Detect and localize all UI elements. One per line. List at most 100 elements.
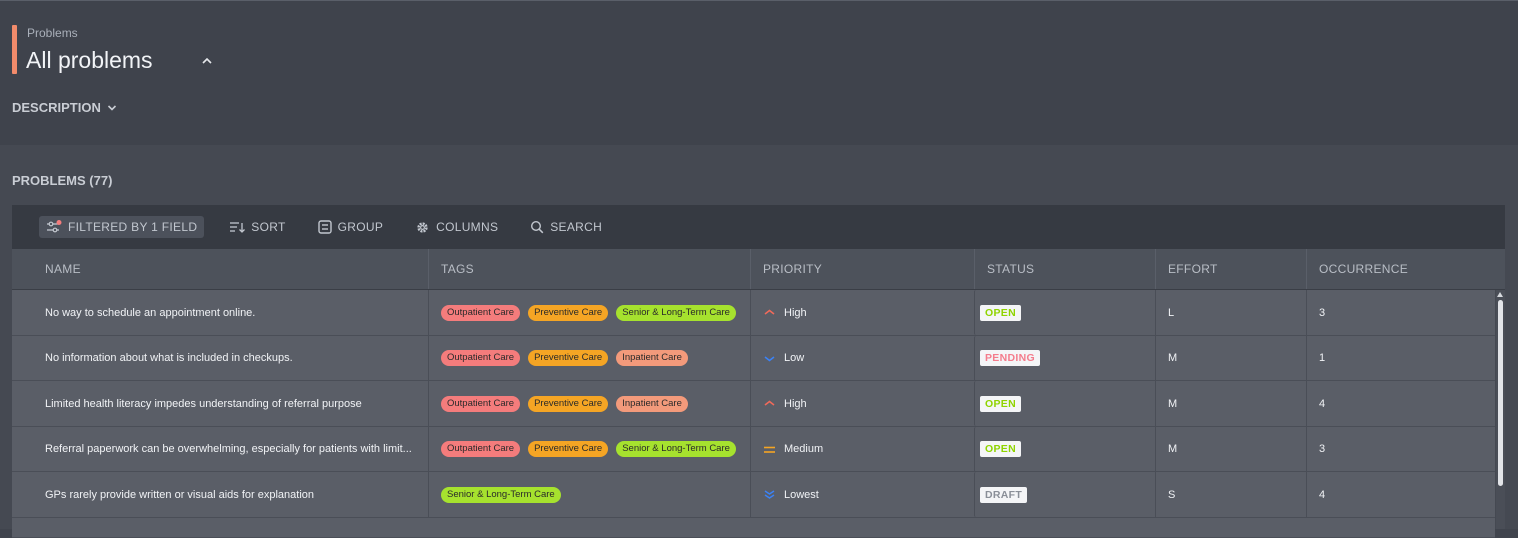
priority-label: High	[784, 397, 807, 410]
column-header-status[interactable]: STATUS	[974, 249, 1155, 289]
column-header-tags[interactable]: TAGS	[428, 249, 750, 289]
chevron-down-icon	[764, 355, 775, 362]
scrollbar-thumb[interactable]	[1498, 300, 1503, 486]
table-row[interactable]: Referral paperwork can be overwhelming, …	[12, 426, 1495, 472]
table-header: NAME TAGS PRIORITY STATUS EFFORT OCCURRE…	[12, 249, 1505, 290]
chevron-up-icon	[764, 309, 775, 315]
table-body: No way to schedule an appointment online…	[12, 290, 1495, 538]
cell-priority: Low	[750, 335, 974, 381]
search-label: SEARCH	[550, 220, 603, 234]
cell-name: Limited health literacy impedes understa…	[12, 381, 428, 426]
tag-badge: Preventive Care	[528, 304, 609, 321]
scroll-up-arrow-icon[interactable]	[1497, 292, 1503, 297]
search-button[interactable]: SEARCH	[523, 216, 609, 238]
status-badge[interactable]: OPEN	[980, 395, 1021, 412]
gear-icon	[417, 221, 428, 233]
table-row[interactable]	[12, 517, 1495, 538]
column-header-priority[interactable]: PRIORITY	[750, 249, 974, 289]
cell-status: DRAFT	[974, 472, 1155, 517]
breadcrumb[interactable]: Problems	[27, 26, 78, 40]
table-row[interactable]: No way to schedule an appointment online…	[12, 290, 1495, 336]
tag-badge: Senior & Long-Term Care	[616, 441, 736, 457]
status-badge[interactable]: OPEN	[980, 441, 1021, 457]
cell-status: PENDING	[974, 335, 1155, 381]
effort-value: M	[1168, 397, 1178, 410]
cell-priority: High	[750, 290, 974, 335]
cell-priority: High	[750, 381, 974, 426]
columns-button[interactable]: COLUMNS	[408, 216, 505, 238]
table-row[interactable]: GPs rarely provide written or visual aid…	[12, 472, 1495, 518]
double-chevron-down-icon	[764, 490, 775, 499]
effort-value: M	[1168, 443, 1178, 455]
title-accent-bar	[12, 25, 17, 74]
chevron-up-icon	[764, 400, 775, 406]
cell-occurrence: 1	[1306, 335, 1495, 381]
problems-table: NAME TAGS PRIORITY STATUS EFFORT OCCURRE…	[12, 249, 1505, 538]
filter-button[interactable]: FILTERED BY 1 FIELD	[39, 216, 205, 238]
sort-button[interactable]: SORT	[222, 216, 292, 238]
effort-value: S	[1168, 488, 1176, 501]
occurrence-value: 4	[1319, 397, 1326, 410]
cell-occurrence: 3	[1306, 290, 1495, 335]
cell-tags: Outpatient Care Preventive Care Senior & L…	[428, 426, 750, 472]
cell-effort: M	[1155, 335, 1306, 381]
tag-badge: Inpatient Care	[616, 350, 688, 366]
description-toggle[interactable]: DESCRIPTION	[12, 100, 117, 115]
cell-status: OPEN	[974, 381, 1155, 426]
tag-badge: Senior & Long-Term Care	[616, 304, 736, 321]
tag-badge: Senior & Long-Term Care	[441, 486, 561, 503]
problem-name[interactable]: Limited health literacy impedes understa…	[45, 398, 362, 410]
occurrence-value: 4	[1319, 488, 1326, 501]
tag-badge: Preventive Care	[528, 350, 609, 366]
vertical-scrollbar[interactable]	[1496, 290, 1505, 529]
table-row[interactable]: No information about what is included in…	[12, 335, 1495, 381]
section-title: PROBLEMS (77)	[12, 173, 113, 188]
occurrence-value: 1	[1319, 352, 1326, 364]
priority-label: Lowest	[784, 488, 819, 501]
cell-occurrence: 3	[1306, 426, 1495, 472]
cell-tags: Outpatient Care Preventive Care Senior & L…	[428, 290, 750, 335]
effort-value: M	[1168, 352, 1178, 364]
cell-priority: Medium	[750, 426, 974, 472]
tag-badge: Preventive Care	[528, 395, 609, 412]
cell-tags: Senior & Long-Term Care	[428, 472, 750, 517]
tag-badge: Outpatient Care	[441, 441, 521, 457]
cell-occurrence: 4	[1306, 472, 1495, 517]
cell-name: No information about what is included in…	[12, 336, 428, 381]
status-badge[interactable]: OPEN	[980, 304, 1021, 321]
table-row[interactable]: Limited health literacy impedes understa…	[12, 381, 1495, 427]
columns-label: COLUMNS	[436, 220, 499, 234]
cell-status: OPEN	[974, 290, 1155, 335]
chevron-up-icon[interactable]	[200, 55, 214, 67]
problem-name[interactable]: No way to schedule an appointment online…	[45, 307, 255, 319]
tag-badge: Outpatient Care	[441, 304, 521, 321]
page-title: All problems	[26, 47, 153, 73]
problem-name[interactable]: GPs rarely provide written or visual aid…	[45, 489, 314, 501]
cell-tags: Outpatient Care Preventive Care Inpatient …	[428, 335, 750, 381]
column-header-occurrence[interactable]: OCCURRENCE	[1306, 249, 1505, 289]
group-button[interactable]: GROUP	[311, 216, 391, 238]
occurrence-value: 3	[1319, 443, 1326, 455]
cell-priority: Lowest	[750, 472, 974, 517]
sort-icon	[230, 222, 246, 233]
tag-badge: Outpatient Care	[441, 350, 521, 366]
filter-label: FILTERED BY 1 FIELD	[68, 220, 198, 234]
status-badge[interactable]: DRAFT	[980, 486, 1028, 503]
group-label: GROUP	[337, 220, 384, 234]
search-icon	[531, 220, 544, 234]
occurrence-value: 3	[1319, 306, 1326, 319]
column-header-name[interactable]: NAME	[12, 249, 428, 289]
problem-name[interactable]: No information about what is included in…	[45, 352, 293, 364]
page-header: Problems All problems DESCRIPTION	[0, 1, 1518, 145]
cell-name: No way to schedule an appointment online…	[12, 290, 428, 335]
filter-sliders-icon	[47, 220, 62, 233]
cell-status: OPEN	[974, 426, 1155, 472]
column-header-effort[interactable]: EFFORT	[1155, 249, 1306, 289]
table-toolbar: FILTERED BY 1 FIELD SORT GROUP COLUMNS S…	[12, 205, 1505, 249]
problem-name[interactable]: Referral paperwork can be overwhelming, …	[45, 443, 412, 455]
status-badge[interactable]: PENDING	[980, 350, 1040, 366]
cell-tags: Outpatient Care Preventive Care Inpatient …	[428, 381, 750, 426]
equals-icon	[764, 446, 775, 453]
problems-section: PROBLEMS (77) FILTERED BY 1 FIELD SORT G…	[0, 145, 1518, 538]
group-icon	[317, 220, 332, 234]
